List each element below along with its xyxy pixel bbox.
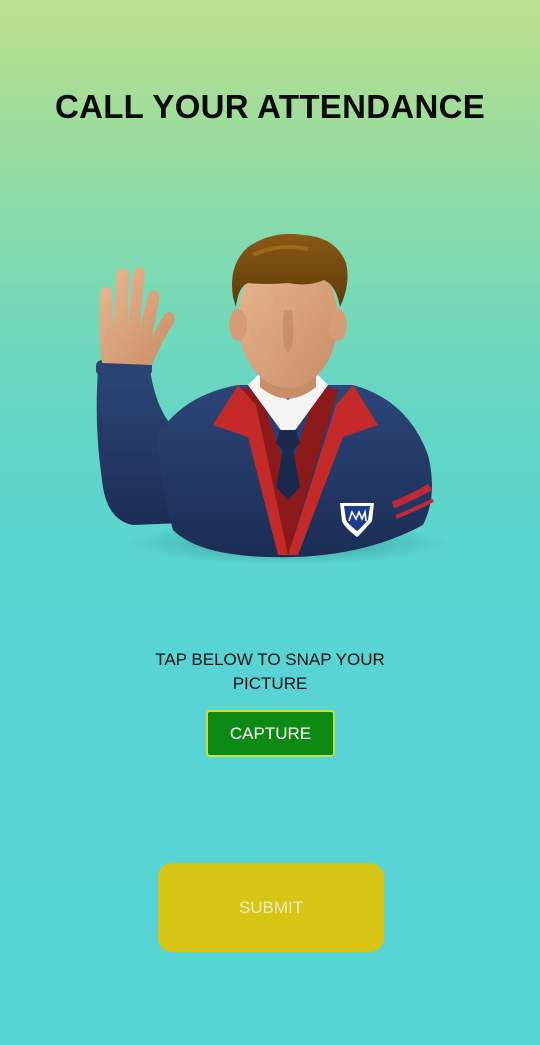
capture-button[interactable]: CAPTURE [206,710,335,757]
attendance-screen: CALL YOUR ATTENDANCE TAP BELOW TO SNAP Y… [0,0,540,1045]
page-title: CALL YOUR ATTENDANCE [54,88,486,125]
submit-button[interactable]: SUBMIT [158,863,384,952]
capture-instructions: TAP BELOW TO SNAP YOUR PICTURE [155,650,385,693]
student-raising-hand-icon [88,225,448,575]
